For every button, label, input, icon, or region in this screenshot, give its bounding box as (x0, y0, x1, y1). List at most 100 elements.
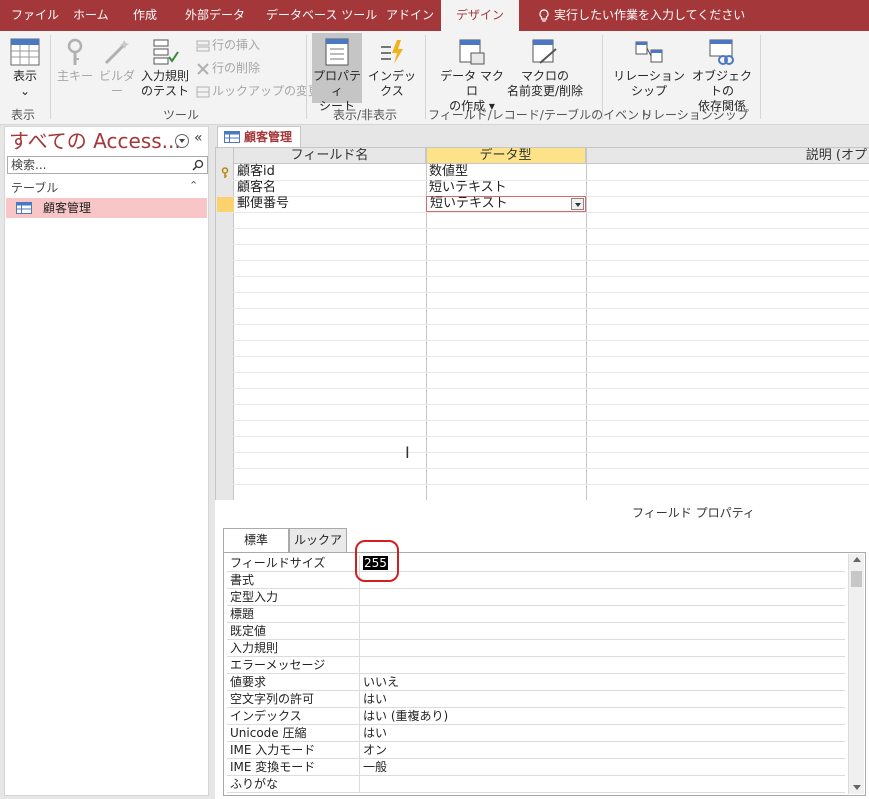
scroll-down-icon[interactable] (853, 785, 861, 790)
nav-menu-dropdown-icon[interactable] (175, 134, 189, 148)
modify-lookups-button[interactable]: ルックアップの変更 (196, 81, 320, 101)
insert-rows-button[interactable]: 行の挿入 (196, 35, 260, 55)
field-name-cell[interactable]: 顧客名 (234, 180, 276, 196)
property-value[interactable] (363, 606, 843, 622)
object-tab-table[interactable]: 顧客管理 (217, 126, 301, 148)
data-macro-icon (459, 39, 485, 65)
ribbon: 表示 ⌄ 表示 主キー ビルダー 入力規則 のテスト 行の挿入 行の削除 ルックアッ… (0, 31, 869, 125)
relationships-button[interactable]: リレーションシップ (608, 37, 690, 99)
chevron-down-icon[interactable] (571, 198, 584, 210)
property-value[interactable] (363, 572, 843, 588)
property-row[interactable]: エラーメッセージ (227, 657, 845, 674)
property-value[interactable] (363, 657, 843, 673)
property-value[interactable] (363, 776, 843, 792)
relationships-icon (635, 41, 663, 63)
property-scrollbar[interactable] (848, 554, 864, 794)
annotation-highlight-circle (355, 540, 399, 582)
test-validation-rules-button[interactable]: 入力規則 のテスト (138, 37, 192, 99)
property-name: 定型入力 (228, 589, 360, 605)
create-macro-label-1: データ マクロ (440, 69, 504, 98)
primary-key-button[interactable]: 主キー (56, 37, 94, 84)
tab-file[interactable]: ファイル (11, 0, 59, 31)
tell-me-box[interactable]: 実行したい作業を入力してください (538, 0, 745, 31)
table-design-grid[interactable]: フィールド名 データ型 説明 (オプ 顧客id 数値型 顧客名 短いテキスト 郵… (215, 147, 869, 500)
property-row[interactable]: ふりがな (227, 776, 845, 793)
field-name-cell[interactable]: 顧客id (234, 164, 275, 180)
property-value[interactable] (363, 623, 843, 639)
indexes-icon (381, 40, 403, 64)
data-type-dropdown[interactable]: 短いテキスト (426, 196, 586, 212)
property-row[interactable]: 入力規則 (227, 640, 845, 657)
search-icon[interactable] (192, 159, 204, 171)
group-label-show-hide: 表示/非表示 (333, 108, 398, 122)
property-row[interactable]: インデックス はい (重複あり) (227, 708, 845, 725)
tab-external-data[interactable]: 外部データ (185, 0, 245, 31)
property-row[interactable]: フィールドサイズ 255 (227, 555, 845, 572)
data-type-cell[interactable]: 短いテキスト (426, 180, 507, 196)
row-gridline (216, 228, 869, 229)
collapse-section-icon[interactable]: ⌃ (189, 179, 198, 192)
property-grid: フィールドサイズ 255 書式 定型入力 標題 既定値 入力規則 エラーメッセージ… (223, 552, 866, 796)
property-row[interactable]: 空文字列の許可 はい (227, 691, 845, 708)
row-gridline (216, 324, 869, 325)
scrollbar-thumb[interactable] (851, 571, 862, 587)
nav-section-tables[interactable]: テーブル (11, 179, 58, 196)
builder-button[interactable]: ビルダー (96, 37, 138, 99)
current-row-indicator[interactable] (217, 197, 234, 212)
row-gridline (216, 180, 869, 181)
tab-add-ins[interactable]: アドイン (386, 0, 434, 31)
field-name-cell[interactable]: 郵便番号 (234, 196, 289, 212)
nav-search-input[interactable]: 検索... (7, 156, 208, 174)
primary-key-label: 主キー (56, 69, 93, 83)
nav-pane-title[interactable]: すべての Access... (9, 127, 181, 155)
rename-delete-macro-button[interactable]: マクロの 名前変更/削除 (504, 37, 586, 99)
navigation-pane: すべての Access... « 検索... テーブル ⌃ 顧客管理 (4, 126, 209, 796)
property-name: インデックス (228, 708, 360, 724)
row-gridline (216, 260, 869, 261)
property-row[interactable]: IME 変換モード 一般 (227, 759, 845, 776)
property-name: 空文字列の許可 (228, 691, 360, 707)
collapse-pane-icon[interactable]: « (194, 130, 203, 146)
property-value[interactable]: はい (363, 691, 843, 707)
property-sheet-button[interactable]: プロパティ シート (312, 33, 362, 113)
column-header-description[interactable]: 説明 (オプ (586, 148, 869, 164)
property-row[interactable]: 定型入力 (227, 589, 845, 606)
property-value[interactable]: いいえ (363, 674, 843, 690)
row-gridline (216, 292, 869, 293)
property-value[interactable] (363, 640, 843, 656)
property-value[interactable]: オン (363, 742, 843, 758)
row-gridline (216, 212, 869, 213)
property-row[interactable]: 書式 (227, 572, 845, 589)
create-data-macros-button[interactable]: データ マクロ の作成 ▾ (436, 37, 508, 114)
tab-create[interactable]: 作成 (133, 0, 157, 31)
view-label: 表示 (12, 69, 37, 83)
column-header-data-type[interactable]: データ型 (426, 148, 586, 164)
column-header-field-name[interactable]: フィールド名 (234, 148, 426, 164)
scroll-up-icon[interactable] (853, 557, 861, 562)
property-row[interactable]: 値要求 いいえ (227, 674, 845, 691)
property-row[interactable]: 標題 (227, 606, 845, 623)
property-row[interactable]: Unicode 圧縮 はい (227, 725, 845, 742)
row-gridline (216, 308, 869, 309)
indexes-button[interactable]: インデックス (364, 37, 420, 99)
tab-database-tools[interactable]: データベース ツール (266, 0, 377, 31)
tab-lookup[interactable]: ルックアップ (289, 528, 347, 569)
property-value[interactable]: 一般 (363, 759, 843, 775)
property-value-input[interactable]: 255 (363, 555, 843, 571)
object-dependencies-button[interactable]: オブジェクトの 依存関係 (688, 37, 756, 114)
property-row[interactable]: IME 入力モード オン (227, 742, 845, 759)
property-value[interactable]: はい (重複あり) (363, 708, 843, 724)
property-value[interactable] (363, 589, 843, 605)
data-type-cell[interactable]: 数値型 (426, 164, 468, 180)
view-button[interactable]: 表示 ⌄ (4, 37, 46, 99)
row-gridline (216, 484, 869, 485)
property-row[interactable]: 既定値 (227, 623, 845, 640)
property-value[interactable]: はい (363, 725, 843, 741)
key-icon (67, 38, 83, 65)
delete-rows-button[interactable]: 行の削除 (196, 58, 260, 78)
nav-item-table[interactable]: 顧客管理 (6, 198, 207, 218)
rename-macro-icon (532, 39, 557, 64)
tab-design[interactable]: デザイン (441, 0, 519, 31)
tab-home[interactable]: ホーム (73, 0, 109, 31)
tab-general[interactable]: 標準 (223, 528, 289, 553)
